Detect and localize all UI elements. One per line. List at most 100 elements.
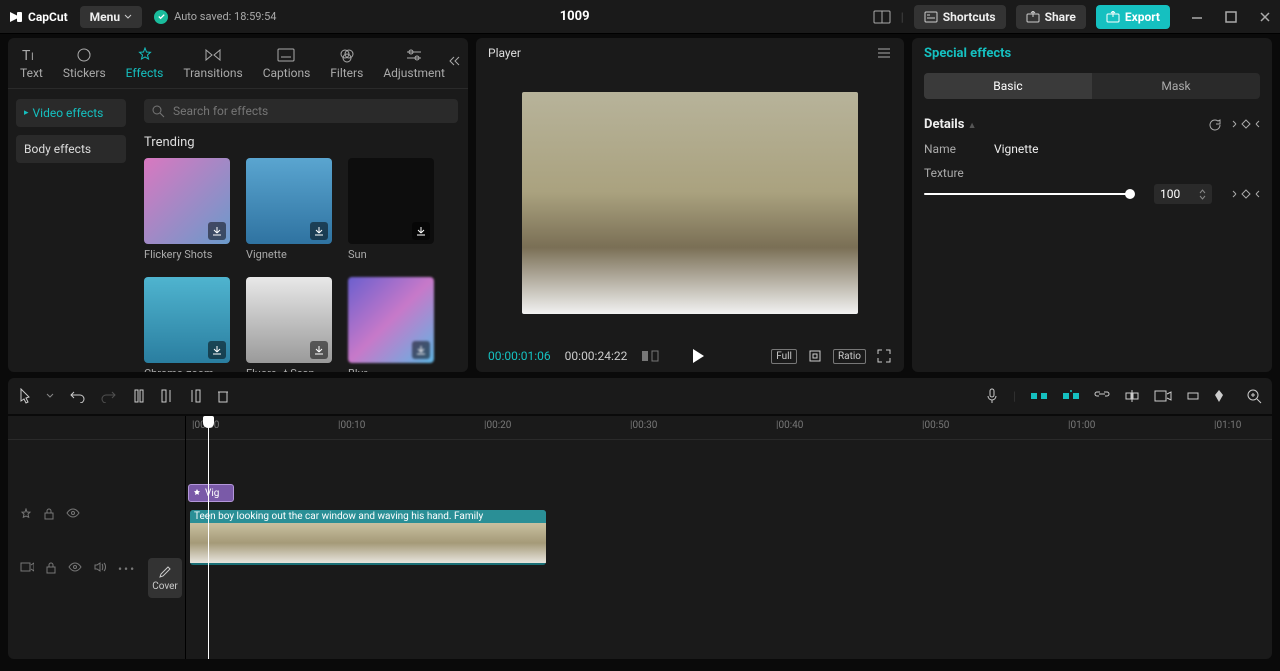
play-button[interactable]: [691, 348, 705, 364]
tab-filters[interactable]: Filters: [322, 44, 371, 88]
brand-text: CapCut: [28, 10, 68, 24]
fullscreen-icon[interactable]: [876, 348, 892, 364]
effect-fluorescent-scan[interactable]: Fluore…t Scan: [246, 277, 332, 372]
eye-icon[interactable]: [66, 508, 80, 520]
close-icon[interactable]: [1258, 10, 1272, 24]
menu-button[interactable]: Menu: [80, 6, 142, 28]
speaker-icon[interactable]: [94, 562, 106, 576]
keyframe-nav-icon[interactable]: [1232, 118, 1260, 132]
effect-blur[interactable]: Blur: [348, 277, 434, 372]
title-bar: CapCut Menu Auto saved: 18:59:54 1009 | …: [0, 0, 1280, 34]
text-icon: TI: [22, 46, 40, 64]
pointer-tool-icon[interactable]: [18, 388, 32, 404]
video-preview: [522, 92, 858, 314]
effect-clip[interactable]: Vig: [188, 484, 234, 502]
details-heading: Details ▲: [924, 117, 977, 132]
align-icon[interactable]: [1124, 389, 1140, 403]
playhead[interactable]: [208, 416, 209, 659]
compare-icon[interactable]: [641, 349, 659, 363]
shortcuts-button[interactable]: Shortcuts: [914, 5, 1006, 29]
titlebar-right: | Shortcuts Share Export: [873, 5, 1272, 29]
zoom-timeline-icon[interactable]: [1246, 388, 1262, 404]
timeline-track-header: ••• Cover: [8, 416, 186, 659]
segment-mask[interactable]: Mask: [1092, 73, 1260, 99]
video-track-controls: •••: [20, 562, 136, 576]
texture-value-input[interactable]: 100: [1154, 184, 1212, 204]
player-canvas[interactable]: [486, 66, 894, 340]
preview-render-icon[interactable]: [1154, 390, 1172, 402]
tab-text[interactable]: TIText: [12, 44, 51, 88]
player-controls: 00:00:01:06 00:00:24:22 Full Ratio: [486, 340, 894, 366]
cover-button[interactable]: Cover: [148, 558, 182, 598]
svg-text:I: I: [31, 52, 34, 63]
reset-icon[interactable]: [1208, 118, 1222, 132]
delete-icon[interactable]: [216, 388, 230, 404]
stepper-icon[interactable]: [1199, 189, 1206, 200]
tab-captions[interactable]: Captions: [255, 44, 319, 88]
collapse-icon[interactable]: [446, 54, 462, 68]
lock-icon[interactable]: [44, 508, 54, 520]
crop-icon[interactable]: [807, 348, 823, 364]
search-input[interactable]: [144, 99, 458, 123]
redo-icon[interactable]: [100, 389, 116, 403]
undo-icon[interactable]: [70, 389, 86, 403]
video-clip[interactable]: Teen boy looking out the car window and …: [190, 510, 546, 565]
effects-sidebar: ▸Video effects Body effects: [8, 89, 134, 372]
segment-basic[interactable]: Basic: [924, 73, 1092, 99]
download-icon[interactable]: [208, 341, 226, 359]
video-track-icon[interactable]: [20, 562, 34, 576]
effect-sun[interactable]: Sun: [348, 158, 434, 261]
segment-control: Basic Mask: [924, 73, 1260, 99]
mic-icon[interactable]: [985, 388, 999, 404]
sidebar-item-body-effects[interactable]: Body effects: [16, 135, 126, 163]
download-icon[interactable]: [208, 222, 226, 240]
tab-stickers[interactable]: Stickers: [55, 44, 114, 88]
time-ruler[interactable]: |00:00 |00:10 |00:20 |00:30 |00:40 |00:5…: [186, 416, 1272, 440]
magnet-main-icon[interactable]: [1030, 389, 1048, 403]
lock-icon[interactable]: [46, 562, 56, 576]
tab-adjustment[interactable]: Adjustment: [375, 44, 453, 88]
full-button[interactable]: Full: [771, 349, 797, 364]
more-icon[interactable]: •••: [118, 562, 136, 576]
fx-track-icon[interactable]: [20, 508, 32, 520]
minimize-icon[interactable]: [1190, 10, 1204, 24]
share-button[interactable]: Share: [1016, 5, 1086, 29]
export-button[interactable]: Export: [1096, 5, 1170, 29]
download-icon[interactable]: [310, 341, 328, 359]
eye-icon[interactable]: [68, 562, 82, 576]
stickers-icon: [76, 46, 92, 64]
split-left-icon[interactable]: [160, 388, 174, 404]
effect-flickery-shots[interactable]: Flickery Shots: [144, 158, 230, 261]
tab-transitions[interactable]: Transitions: [175, 44, 250, 88]
tab-effects[interactable]: Effects: [118, 44, 172, 88]
player-menu-icon[interactable]: [876, 47, 892, 59]
effect-vignette[interactable]: Vignette: [246, 158, 332, 261]
fx-track-controls: [20, 508, 80, 520]
effect-chromo-zoom[interactable]: Chromo-zoom: [144, 277, 230, 372]
split-icon[interactable]: [132, 388, 146, 404]
timeline-tracks[interactable]: |00:00 |00:10 |00:20 |00:30 |00:40 |00:5…: [186, 416, 1272, 659]
keyframe-nav-icon[interactable]: [1232, 188, 1260, 200]
download-icon[interactable]: [412, 222, 430, 240]
pointer-dropdown-icon[interactable]: [46, 392, 54, 400]
check-icon: [154, 10, 168, 24]
texture-slider[interactable]: [924, 193, 1134, 195]
split-right-icon[interactable]: [188, 388, 202, 404]
download-icon[interactable]: [310, 222, 328, 240]
section-trending: Trending: [144, 135, 458, 150]
arrow-right-icon: ▸: [24, 108, 29, 118]
layout-icon[interactable]: [873, 10, 891, 24]
library-tabs: TIText Stickers Effects Transitions Capt…: [8, 38, 468, 89]
search-field[interactable]: [173, 104, 450, 118]
adjustment-icon: [405, 46, 423, 64]
sidebar-item-video-effects[interactable]: ▸Video effects: [16, 99, 126, 127]
maximize-icon[interactable]: [1224, 10, 1238, 24]
magnet-track-icon[interactable]: [1062, 389, 1080, 403]
svg-text:T: T: [22, 48, 31, 63]
link-icon[interactable]: [1094, 390, 1110, 402]
ratio-button[interactable]: Ratio: [833, 349, 866, 364]
marker-icon[interactable]: [1214, 389, 1224, 403]
download-icon[interactable]: [412, 341, 430, 359]
name-value: Vignette: [994, 142, 1039, 156]
track-collapse-icon[interactable]: [1186, 389, 1200, 403]
